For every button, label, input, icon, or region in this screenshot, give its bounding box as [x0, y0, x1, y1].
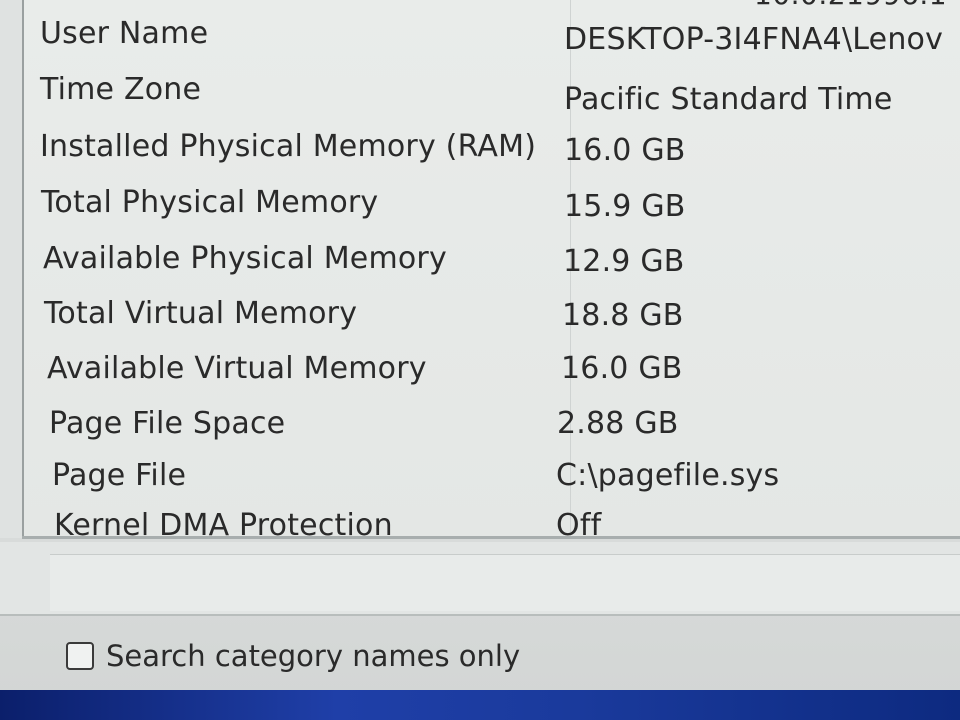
item-name: Time Zone	[40, 72, 202, 107]
item-value: C:\pagefile.sys	[556, 458, 780, 493]
item-value: 15.9 GB	[564, 189, 686, 224]
list-row[interactable]: Available Virtual Memory 16.0 GB	[24, 351, 960, 405]
list-row[interactable]: Page File C:\pagefile.sys	[24, 458, 960, 512]
list-row[interactable]: Page File Space 2.88 GB	[24, 406, 960, 460]
desktop-wallpaper	[0, 690, 960, 720]
item-value: 12.9 GB	[563, 244, 685, 279]
search-category-names-label[interactable]: Search category names only	[106, 639, 520, 673]
item-value: 2.88 GB	[557, 406, 679, 441]
search-category-names-checkbox[interactable]	[66, 642, 94, 670]
list-row[interactable]: User Name DESKTOP-3I4FNA4\Lenov	[24, 16, 960, 70]
item-name: Available Physical Memory	[43, 241, 447, 276]
item-name: Available Virtual Memory	[47, 351, 427, 386]
find-what-field[interactable]	[50, 554, 960, 611]
item-name: User Name	[40, 16, 209, 51]
search-category-names-option[interactable]: Search category names only	[66, 636, 520, 676]
pane-border	[22, 536, 960, 539]
list-row[interactable]: Total Virtual Memory 18.8 GB	[24, 296, 960, 350]
list-row[interactable]: Total Physical Memory 15.9 GB	[24, 185, 960, 239]
list-row[interactable]: Kernel DMA Protection Off	[24, 508, 960, 536]
item-name: Total Virtual Memory	[44, 296, 358, 331]
item-value: 16.0 GB	[564, 133, 686, 168]
item-value: Off	[556, 508, 602, 536]
item-value: 16.0 GB	[561, 351, 683, 386]
category-tree-pane[interactable]	[0, 0, 24, 538]
os-version-value: 10.0.21996.1	[754, 0, 947, 11]
list-row[interactable]: Time Zone Pacific Standard Time	[24, 72, 960, 126]
item-value: Pacific Standard Time	[564, 82, 893, 117]
item-name: Page File	[52, 458, 187, 493]
item-value: 18.8 GB	[562, 298, 684, 333]
list-row[interactable]: Installed Physical Memory (RAM) 16.0 GB	[24, 129, 960, 183]
dialog-surface: 10.0.21996.1 User Name DESKTOP-3I4FNA4\L…	[0, 0, 960, 695]
system-information-window: 10.0.21996.1 User Name DESKTOP-3I4FNA4\L…	[0, 0, 960, 720]
item-name: Installed Physical Memory (RAM)	[40, 129, 537, 164]
item-name: Kernel DMA Protection	[54, 508, 393, 536]
details-list[interactable]: 10.0.21996.1 User Name DESKTOP-3I4FNA4\L…	[24, 0, 960, 536]
item-name: Page File Space	[49, 406, 286, 441]
item-name: Total Physical Memory	[41, 185, 379, 220]
item-value: DESKTOP-3I4FNA4\Lenov	[564, 22, 944, 57]
list-row[interactable]: Available Physical Memory 12.9 GB	[24, 241, 960, 295]
